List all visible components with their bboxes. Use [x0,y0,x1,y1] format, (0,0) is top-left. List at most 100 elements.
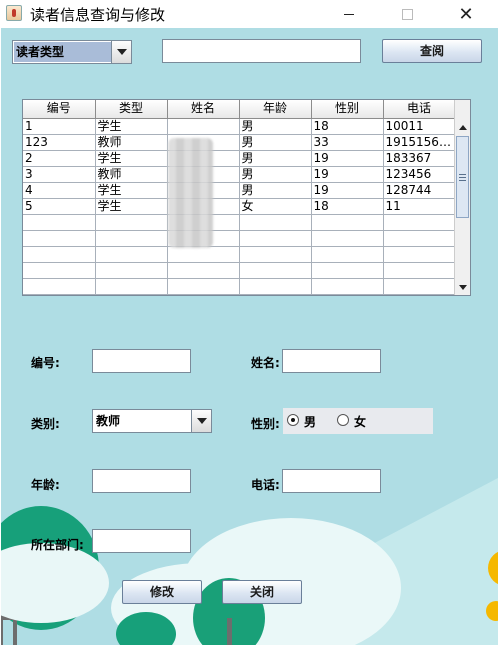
redacted-name-column [168,138,213,248]
close-icon: ✕ [458,3,474,25]
cell-type[interactable]: 教师 [95,166,168,183]
scroll-down-button[interactable] [455,279,470,295]
cell-phone[interactable]: 19151561... [383,134,456,151]
scroll-up-button[interactable] [455,119,470,135]
cell-age[interactable]: 男 [239,182,312,199]
column-header-id[interactable]: 编号 [23,100,96,119]
cell-id[interactable]: 1 [23,118,96,135]
table-row[interactable]: 5 学生 女 18 11 [23,198,456,215]
cell-type[interactable]: 学生 [95,198,168,215]
age-label: 年龄: [31,478,60,492]
phone-input[interactable] [282,469,381,493]
category-select[interactable]: 教师 [92,409,212,433]
cell-phone[interactable]: 11 [383,198,456,215]
column-header-name[interactable]: 姓名 [167,100,240,119]
column-header-gender[interactable]: 性别 [311,100,384,119]
cell-age[interactable]: 男 [239,166,312,183]
background-tree-trunk-middle [227,618,232,645]
grip-line [459,176,466,178]
cell-type[interactable]: 学生 [95,150,168,167]
gender-male-label[interactable]: 男 [304,413,316,430]
cell-gender[interactable]: 33 [311,134,384,151]
category-value: 教师 [96,414,121,428]
cell-gender[interactable]: 19 [311,150,384,167]
gender-female-radio[interactable] [337,414,349,426]
table-row[interactable]: 123 教师 男 33 19151561... [23,134,456,151]
minimize-icon [344,13,354,15]
department-input[interactable] [92,529,191,553]
age-input[interactable] [92,469,191,493]
table-row[interactable]: 3 教师 男 19 123456 [23,166,456,183]
cell-type[interactable]: 学生 [95,182,168,199]
empty-table-row[interactable] [23,262,456,279]
table-row[interactable]: 2 学生 男 19 183367 [23,150,456,167]
java-app-icon [6,5,22,21]
id-label: 编号: [31,356,60,370]
empty-table-row[interactable] [23,214,456,231]
table-row[interactable]: 1 学生 男 18 10011 [23,118,456,135]
reader-type-value: 读者类型 [14,42,111,62]
table-header-row: 编号 类型 姓名 年龄 性别 电话 [23,100,456,119]
window-titlebar: 读者信息查询与修改 ✕ [0,0,499,28]
name-label: 姓名: [251,356,280,370]
cell-phone[interactable]: 10011 [383,118,456,135]
cell-age[interactable]: 男 [239,118,312,135]
modify-button[interactable]: 修改 [122,580,202,604]
cell-phone[interactable]: 128744 [383,182,456,199]
cell-gender[interactable]: 18 [311,198,384,215]
chevron-down-icon [116,49,127,55]
arrow-down-icon [458,284,467,290]
cell-id[interactable]: 123 [23,134,96,151]
cell-type[interactable]: 教师 [95,134,168,151]
gender-male-radio[interactable] [287,414,299,426]
close-button[interactable]: 关闭 [222,580,302,604]
category-label: 类别: [31,417,60,431]
cell-id[interactable]: 5 [23,198,96,215]
empty-table-row[interactable] [23,230,456,247]
gender-female-label[interactable]: 女 [354,413,366,430]
cell-id[interactable]: 4 [23,182,96,199]
cell-gender[interactable]: 18 [311,118,384,135]
cell-id[interactable]: 2 [23,150,96,167]
table-vertical-scrollbar[interactable] [454,100,470,295]
cell-gender[interactable]: 19 [311,166,384,183]
grip-line [459,173,466,175]
scroll-thumb[interactable] [456,136,469,218]
cell-name[interactable] [167,118,240,135]
gender-label: 性别: [251,417,280,431]
window-title: 读者信息查询与修改 [30,6,166,24]
chevron-down-icon [196,418,207,424]
table-row[interactable]: 4 学生 男 19 128744 [23,182,456,199]
maximize-icon [401,8,413,20]
name-input[interactable] [282,349,381,373]
cell-age[interactable]: 男 [239,134,312,151]
cell-id[interactable]: 3 [23,166,96,183]
reader-grid: 编号 类型 姓名 年龄 性别 电话 1 学生 男 18 10011 123 教师… [23,100,456,295]
cell-age[interactable]: 男 [239,150,312,167]
reader-table[interactable]: 编号 类型 姓名 年龄 性别 电话 1 学生 男 18 10011 123 教师… [22,99,471,296]
cell-phone[interactable]: 123456 [383,166,456,183]
empty-table-row[interactable] [23,246,456,263]
id-input[interactable] [92,349,191,373]
cell-type[interactable]: 学生 [95,118,168,135]
category-dropdown-button[interactable] [191,410,211,432]
maximize-button[interactable] [384,0,430,28]
cell-gender[interactable]: 19 [311,182,384,199]
cell-phone[interactable]: 183367 [383,150,456,167]
column-header-phone[interactable]: 电话 [383,100,456,119]
query-button[interactable]: 查阅 [382,39,482,63]
search-keyword-input[interactable] [162,39,361,63]
phone-label: 电话: [251,478,280,492]
empty-table-row[interactable] [23,278,456,295]
grip-line [459,179,466,181]
reader-type-select[interactable]: 读者类型 [12,40,132,64]
close-window-button[interactable]: ✕ [443,0,489,28]
minimize-button[interactable] [326,0,372,28]
column-header-age[interactable]: 年龄 [239,100,312,119]
cell-age[interactable]: 女 [239,198,312,215]
department-label: 所在部门: [31,538,84,552]
form-panel: 读者类型 查阅 编号 类型 姓名 年龄 性别 电话 1 学生 男 18 1001… [1,28,498,645]
column-header-type[interactable]: 类型 [95,100,168,119]
reader-type-dropdown-button[interactable] [111,41,131,63]
arrow-up-icon [458,124,467,130]
